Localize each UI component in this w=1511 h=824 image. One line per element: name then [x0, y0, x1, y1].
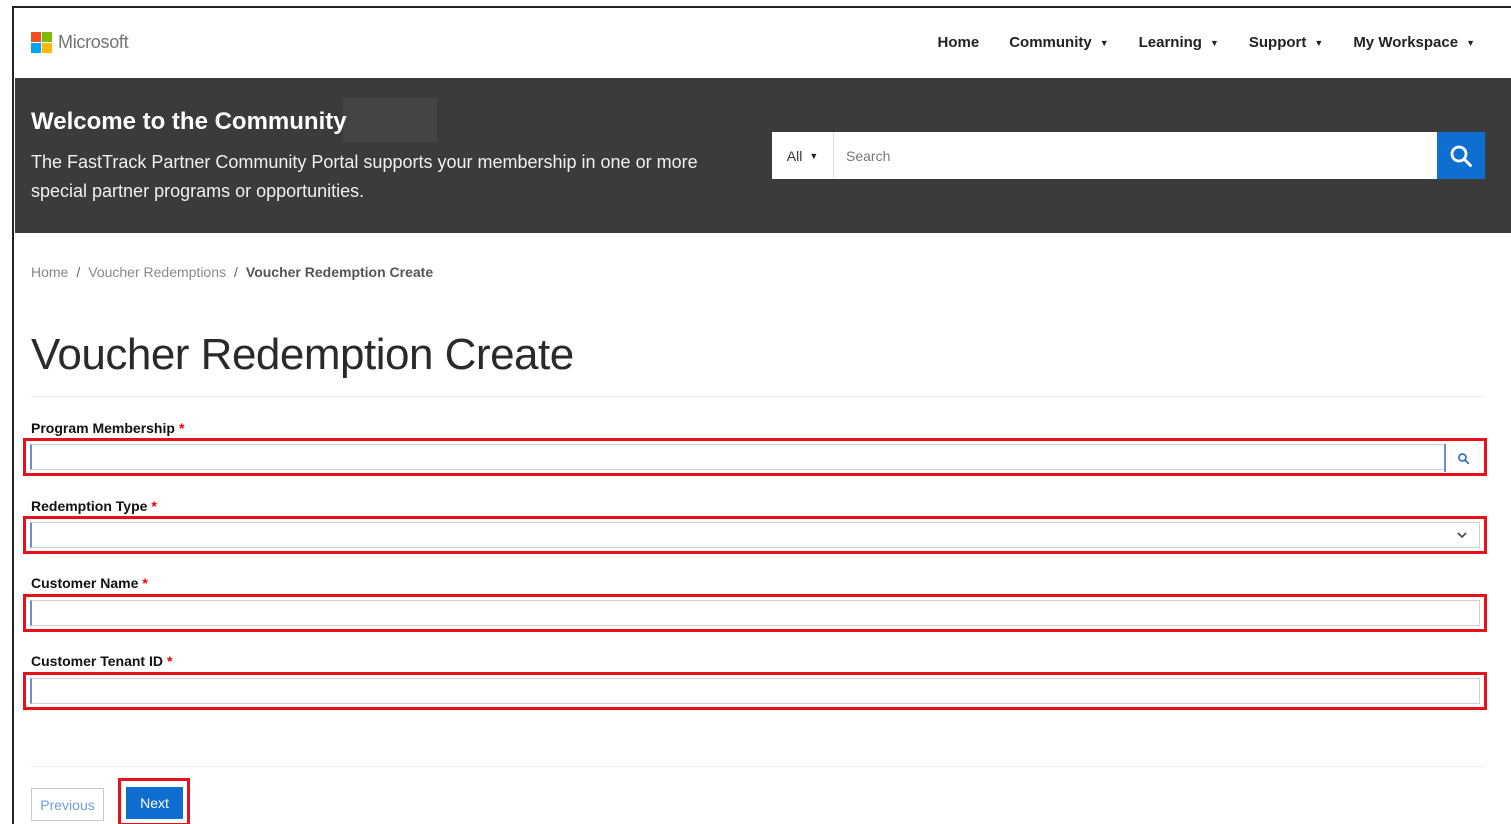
- banner-description: The FastTrack Partner Community Portal s…: [31, 152, 698, 201]
- program-membership-highlight: [23, 438, 1487, 476]
- lookup-button[interactable]: [1444, 444, 1480, 472]
- caret-down-icon: ▼: [809, 150, 819, 161]
- search-icon: [1457, 452, 1469, 464]
- search-bar: All ▼: [772, 132, 1485, 179]
- required-marker: *: [142, 575, 148, 591]
- field-label-text: Customer Tenant ID: [31, 653, 163, 669]
- redacted-block: [343, 98, 437, 142]
- nav-item-community[interactable]: Community ▼: [1009, 34, 1108, 51]
- divider: [31, 396, 1485, 397]
- welcome-banner: Welcome to the Community The FastTrack P…: [15, 78, 1511, 233]
- caret-down-icon: ▼: [1466, 37, 1475, 48]
- field-label-text: Customer Name: [31, 575, 139, 591]
- page-frame: Microsoft Home Community ▼ Learning ▼ Su…: [12, 6, 1511, 824]
- field-label-text: Program Membership: [31, 420, 175, 436]
- search-icon: [1450, 145, 1472, 167]
- customer-tenant-id-highlight: [23, 672, 1487, 710]
- breadcrumb-home[interactable]: Home: [31, 264, 68, 280]
- program-membership-field: [30, 444, 1480, 472]
- breadcrumb: Home / Voucher Redemptions / Voucher Red…: [31, 264, 433, 280]
- customer-name-label: Customer Name *: [31, 575, 148, 591]
- nav-item-label: Home: [937, 34, 980, 51]
- search-filter-dropdown[interactable]: All ▼: [772, 132, 834, 179]
- program-membership-label: Program Membership *: [31, 420, 184, 436]
- previous-button[interactable]: Previous: [31, 788, 104, 821]
- top-navigation: Microsoft Home Community ▼ Learning ▼ Su…: [14, 8, 1511, 78]
- redemption-type-value[interactable]: [32, 523, 1479, 547]
- search-input[interactable]: [834, 132, 1437, 179]
- customer-tenant-id-label: Customer Tenant ID *: [31, 653, 172, 669]
- microsoft-logo[interactable]: Microsoft: [31, 32, 129, 53]
- next-button-highlight: Next: [118, 778, 190, 824]
- customer-name-input[interactable]: [32, 601, 1479, 625]
- nav-item-label: Learning: [1138, 34, 1202, 51]
- caret-down-icon: ▼: [1314, 37, 1324, 48]
- caret-down-icon: ▼: [1209, 37, 1219, 48]
- nav-item-learning[interactable]: Learning ▼: [1139, 34, 1219, 51]
- redemption-type-highlight: [23, 516, 1487, 554]
- microsoft-logo-icon: [31, 32, 52, 53]
- search-filter-label: All: [786, 147, 803, 164]
- required-marker: *: [166, 653, 173, 669]
- search-button[interactable]: [1437, 132, 1485, 179]
- chevron-down-icon: [1457, 532, 1467, 539]
- breadcrumb-current: Voucher Redemption Create: [245, 264, 434, 280]
- customer-name-highlight: [23, 594, 1487, 632]
- customer-name-field: [30, 600, 1480, 626]
- nav-menu: Home Community ▼ Learning ▼ Support ▼ My…: [938, 34, 1475, 51]
- customer-tenant-id-input[interactable]: [32, 679, 1479, 703]
- page-title: Voucher Redemption Create: [31, 330, 574, 379]
- banner-title: Welcome to the Community: [31, 108, 347, 135]
- logo-text: Microsoft: [58, 32, 129, 52]
- redemption-type-select[interactable]: [30, 522, 1480, 548]
- next-button[interactable]: Next: [126, 787, 183, 819]
- nav-item-home[interactable]: Home: [938, 34, 980, 51]
- nav-item-label: My Workspace: [1353, 34, 1459, 51]
- field-label-text: Redemption Type: [31, 498, 148, 514]
- divider: [31, 766, 1485, 767]
- customer-tenant-id-field: [30, 678, 1480, 704]
- program-membership-input[interactable]: [32, 445, 1479, 469]
- required-marker: *: [178, 420, 185, 436]
- nav-item-label: Support: [1248, 34, 1307, 51]
- nav-item-support[interactable]: Support ▼: [1249, 34, 1323, 51]
- nav-item-my-workspace[interactable]: My Workspace ▼: [1353, 34, 1475, 51]
- required-marker: *: [151, 498, 157, 514]
- redemption-type-label: Redemption Type *: [31, 498, 157, 514]
- breadcrumb-separator: /: [76, 264, 81, 280]
- breadcrumb-voucher-redemptions[interactable]: Voucher Redemptions: [88, 264, 226, 280]
- breadcrumb-separator: /: [234, 264, 238, 280]
- nav-item-label: Community: [1009, 34, 1092, 51]
- caret-down-icon: ▼: [1099, 37, 1109, 48]
